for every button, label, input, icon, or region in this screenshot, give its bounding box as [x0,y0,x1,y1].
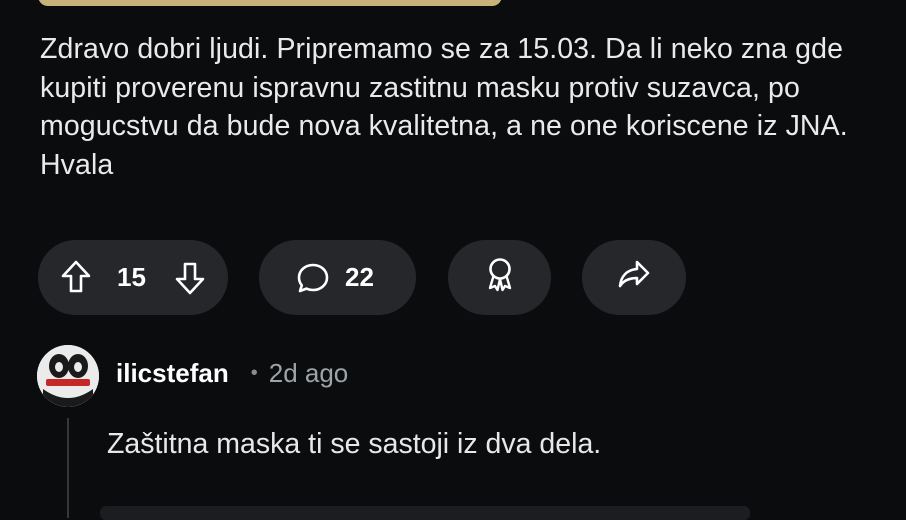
next-comment-line [100,506,750,520]
comment-header: ilicstefan • 2d ago [116,356,348,390]
vote-count: 15 [117,262,146,292]
arrow-up-icon[interactable] [60,259,92,302]
comment-timestamp: 2d ago [268,358,349,388]
award-button[interactable] [448,240,551,315]
thread-line[interactable] [67,418,69,518]
avatar[interactable] [37,345,99,407]
share-arrow-icon [617,258,651,297]
arrow-down-icon[interactable] [174,260,206,303]
post-flair[interactable] [38,0,502,6]
comment-body: Zaštitna maska ti se sastoji iz dva dela… [107,428,602,460]
separator-dot: • [250,362,258,384]
comment-username[interactable]: ilicstefan [116,356,229,390]
comments-button[interactable]: 22 [259,240,416,315]
comment-count: 22 [345,262,374,292]
award-ribbon-icon [484,256,516,299]
speech-bubble-icon [296,262,330,301]
post-body: Zdravo dobri ljudi. Pripremamo se za 15.… [40,33,848,181]
vote-control: 15 [38,240,228,315]
share-button[interactable] [582,240,686,315]
